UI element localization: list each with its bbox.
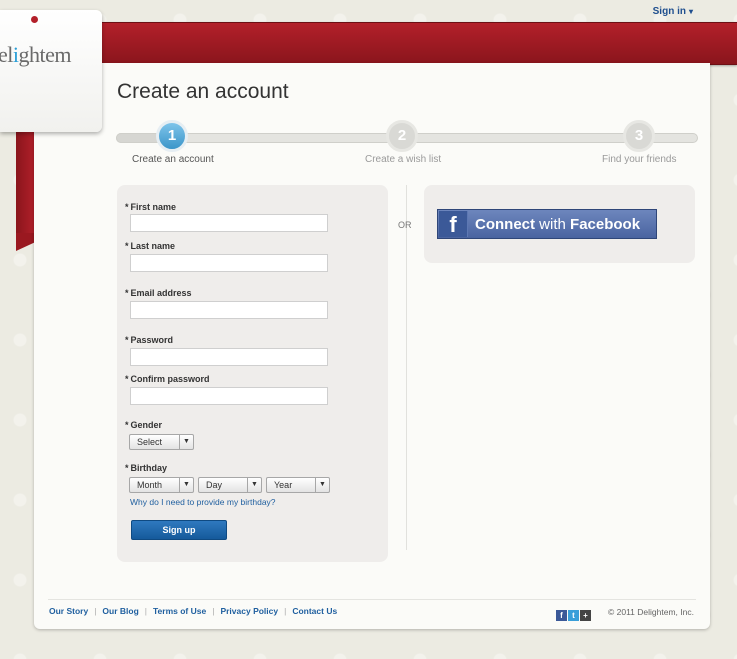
password-label: * Password [125,335,173,345]
tag-hole [31,16,38,23]
main-card: Create an account 1 Create an account 2 … [34,63,710,629]
password-label-text: Password [130,335,174,345]
sign-in-label: Sign in [652,6,686,17]
facebook-icon: f [439,211,468,237]
last-name-label-text: Last name [130,241,176,251]
last-name-input[interactable] [130,254,328,272]
footer-divider [48,599,696,600]
confirm-password-input[interactable] [130,387,328,405]
first-name-label-text: First name [130,202,177,212]
step-1-circle: 1 [156,120,188,152]
step-2-label: Create a wish list [365,154,442,165]
progress-steps: 1 Create an account 2 Create a wish list… [116,120,698,165]
birth-year-select[interactable]: Year ▼ [266,477,330,493]
birth-day-value: Day [206,480,223,490]
footer-separator: | [144,606,147,616]
sign-in-link[interactable]: Sign in ▾ [653,6,693,17]
facebook-icon[interactable]: f [556,610,567,621]
page-title: Create an account [117,80,289,103]
birthday-help-link[interactable]: Why do I need to provide my birthday? [130,497,276,507]
facebook-panel: f Connect with Facebook [424,185,695,263]
connect-with-facebook-button[interactable]: f Connect with Facebook [437,209,657,239]
footer-link-our-story[interactable]: Our Story [49,606,88,616]
logo-tag: elightem [0,10,102,132]
birth-year-value: Year [274,480,293,490]
ribbon-horizontal [0,22,737,65]
footer-link-terms-of-use[interactable]: Terms of Use [153,606,206,616]
step-3-label: Find your friends [602,154,677,165]
required-marker: * [125,288,129,298]
required-marker: * [125,202,129,212]
required-marker: * [125,241,129,251]
last-name-label: * Last name [125,241,175,251]
email-input[interactable] [130,301,328,319]
top-bar: Sign in ▾ [0,0,737,22]
footer-links: Our Story | Our Blog | Terms of Use | Privacy … [49,606,337,616]
confirm-password-label-text: Confirm password [130,374,210,384]
email-label: * Email address [125,288,192,298]
required-marker: * [125,463,129,473]
fb-connect-text: Connect [475,216,535,233]
chevron-down-icon: ▼ [179,435,193,449]
column-divider [406,185,407,550]
confirm-password-label: * Confirm password [125,374,210,384]
step-3-circle: 3 [623,120,655,152]
email-label-text: Email address [130,288,192,298]
step-2-circle: 2 [386,120,418,152]
gender-select-value: Select [137,437,163,447]
delightem-logo[interactable]: elightem [0,42,72,68]
footer-link-contact-us[interactable]: Contact Us [292,606,337,616]
required-marker: * [125,420,129,430]
footer-link-our-blog[interactable]: Our Blog [102,606,138,616]
or-label: OR [398,220,412,230]
birth-day-select[interactable]: Day ▼ [198,477,262,493]
first-name-label: * First name [125,202,176,212]
chevron-down-icon: ▼ [315,478,329,492]
footer-separator: | [94,606,97,616]
sign-up-button[interactable]: Sign up [131,520,227,540]
gender-label: * Gender [125,420,162,430]
birthday-label: * Birthday [125,463,167,473]
birth-month-value: Month [137,480,163,490]
fb-brand-text: Facebook [570,216,641,233]
password-input[interactable] [130,348,328,366]
logo-text: el [0,42,13,67]
footer-separator: | [284,606,287,616]
step-1-label: Create an account [132,154,214,165]
fb-with-text: with [539,216,566,233]
birthday-label-text: Birthday [130,463,168,473]
required-marker: * [125,335,129,345]
logo-text: ghtem [18,42,72,67]
birth-month-select[interactable]: Month ▼ [129,477,194,493]
copyright: © 2011 Delightem, Inc. [608,607,694,617]
facebook-button-label: Connect with Facebook [475,216,640,233]
chevron-down-icon: ▾ [688,7,693,16]
plus-icon[interactable]: + [580,610,591,621]
footer-link-privacy-policy[interactable]: Privacy Policy [220,606,278,616]
chevron-down-icon: ▼ [179,478,193,492]
social-icons: f t + [556,605,592,623]
gender-select[interactable]: Select ▼ [129,434,194,450]
first-name-input[interactable] [130,214,328,232]
signup-form: * First name * Last name * Email address * P… [117,185,388,562]
twitter-icon[interactable]: t [568,610,579,621]
gender-label-text: Gender [130,420,163,430]
footer-separator: | [212,606,215,616]
required-marker: * [125,374,129,384]
chevron-down-icon: ▼ [247,478,261,492]
